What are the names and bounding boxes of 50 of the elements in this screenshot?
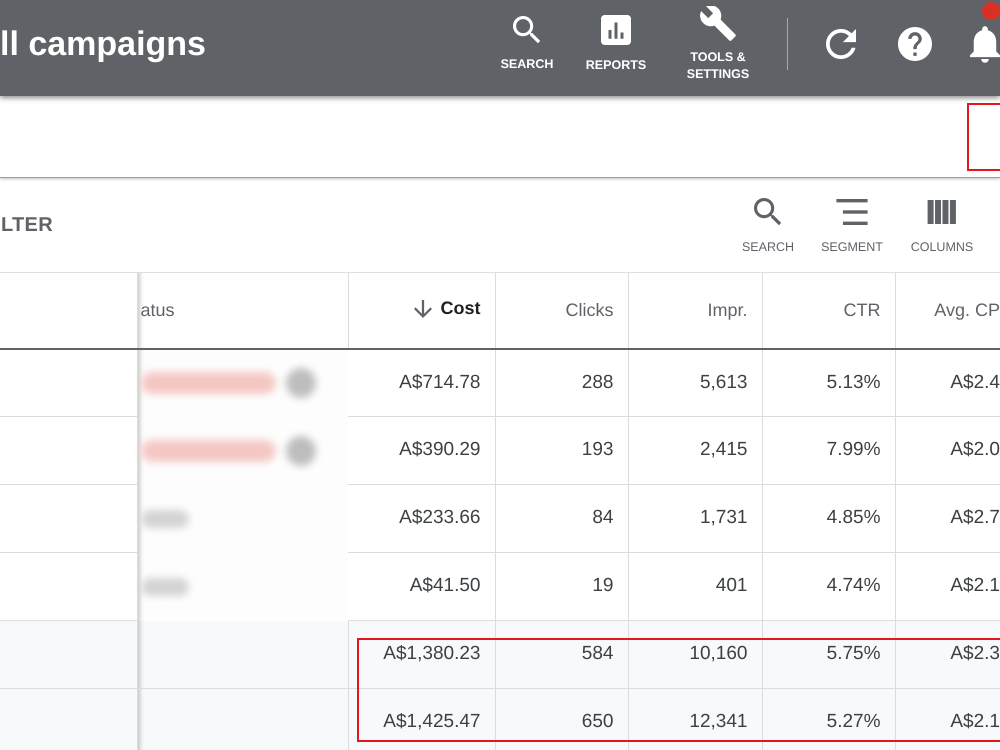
table-cell: A$2.7	[895, 484, 1000, 552]
columns-button[interactable]: COLUMNS	[896, 198, 988, 254]
table-cell: A$2.1	[895, 688, 1000, 750]
table-cell: 288	[495, 348, 628, 416]
table-cell: 10,160	[628, 620, 762, 688]
table-cell: 1,731	[628, 484, 762, 552]
table-cell: 12,341	[628, 688, 762, 750]
table-cell: 5.13%	[762, 348, 895, 416]
table-cell: A$390.29	[348, 416, 495, 484]
bar-chart-icon	[601, 14, 631, 44]
search-icon	[754, 198, 782, 226]
table-cell: A$2.4	[895, 348, 1000, 416]
table-cell: 5,613	[628, 348, 762, 416]
bell-icon	[970, 26, 1000, 62]
table-cell: 5.75%	[762, 620, 895, 688]
table-cell: 193	[495, 416, 628, 484]
column-header[interactable]: Avg. CP	[895, 272, 1000, 348]
table-cell: 650	[495, 688, 628, 750]
column-header[interactable]: Cost	[348, 272, 495, 348]
page-title: ll campaigns	[0, 24, 206, 64]
search-button[interactable]: SEARCH	[728, 198, 808, 254]
table-cell: 5.27%	[762, 688, 895, 750]
search-icon	[513, 16, 541, 44]
segment-lines-icon	[836, 199, 868, 225]
columns-icon	[927, 200, 957, 224]
table-cell: A$1,380.23	[348, 620, 495, 688]
table-cell: 84	[495, 484, 628, 552]
table-cell: A$233.66	[348, 484, 495, 552]
table-cell: A$2.0	[895, 416, 1000, 484]
column-header[interactable]: Impr.	[628, 272, 762, 348]
table-cell: 4.85%	[762, 484, 895, 552]
help-icon	[898, 27, 932, 61]
search-button[interactable]: SEARCH	[487, 0, 567, 88]
refresh-icon	[826, 29, 856, 59]
table-cell: 2,415	[628, 416, 762, 484]
table-cell: A$2.3	[895, 620, 1000, 688]
table-cell: A$1,425.47	[348, 688, 495, 750]
wrench-icon	[700, 6, 736, 40]
blurred-icon	[286, 368, 316, 398]
column-header[interactable]: CTR	[762, 272, 895, 348]
column-header[interactable]: Clicks	[495, 272, 628, 348]
tools-settings-button[interactable]: TOOLS & SETTINGS	[665, 0, 771, 88]
segment-button[interactable]: SEGMENT	[808, 198, 896, 254]
sort-arrow-icon	[414, 300, 432, 318]
filter-button[interactable]: LTER	[0, 210, 53, 240]
table-cell: 7.99%	[762, 416, 895, 484]
table-cell: 584	[495, 620, 628, 688]
reports-button[interactable]: REPORTS	[567, 0, 665, 88]
blurred-icon	[286, 436, 316, 466]
table-cell: A$714.78	[348, 348, 495, 416]
